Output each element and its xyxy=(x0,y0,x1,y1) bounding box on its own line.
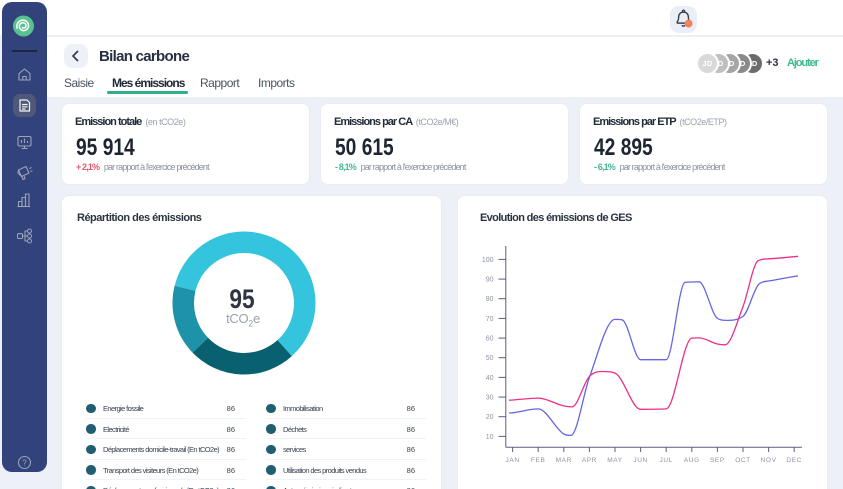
svg-text:MAR: MAR xyxy=(556,457,572,464)
svg-text:DEC: DEC xyxy=(786,457,802,464)
svg-text:20: 20 xyxy=(486,414,494,421)
svg-text:FEB: FEB xyxy=(531,457,545,464)
svg-text:JUN: JUN xyxy=(633,457,647,464)
svg-text:MAY: MAY xyxy=(607,457,622,464)
svg-text:70: 70 xyxy=(486,316,494,323)
svg-text:AUG: AUG xyxy=(684,457,700,464)
svg-text:?: ? xyxy=(22,459,27,468)
svg-text:10: 10 xyxy=(486,434,494,441)
svg-text:JAN: JAN xyxy=(506,457,520,464)
svg-text:60: 60 xyxy=(486,336,494,343)
svg-text:OCT: OCT xyxy=(735,457,751,464)
svg-text:90: 90 xyxy=(486,277,494,284)
svg-text:80: 80 xyxy=(486,296,494,303)
svg-text:40: 40 xyxy=(486,375,494,382)
svg-text:APR: APR xyxy=(582,457,597,464)
svg-text:30: 30 xyxy=(486,395,494,402)
svg-text:100: 100 xyxy=(482,257,494,264)
svg-text:NOV: NOV xyxy=(761,457,777,464)
svg-text:JUL: JUL xyxy=(660,457,673,464)
svg-text:SEP: SEP xyxy=(710,457,725,464)
svg-text:50: 50 xyxy=(486,355,494,362)
